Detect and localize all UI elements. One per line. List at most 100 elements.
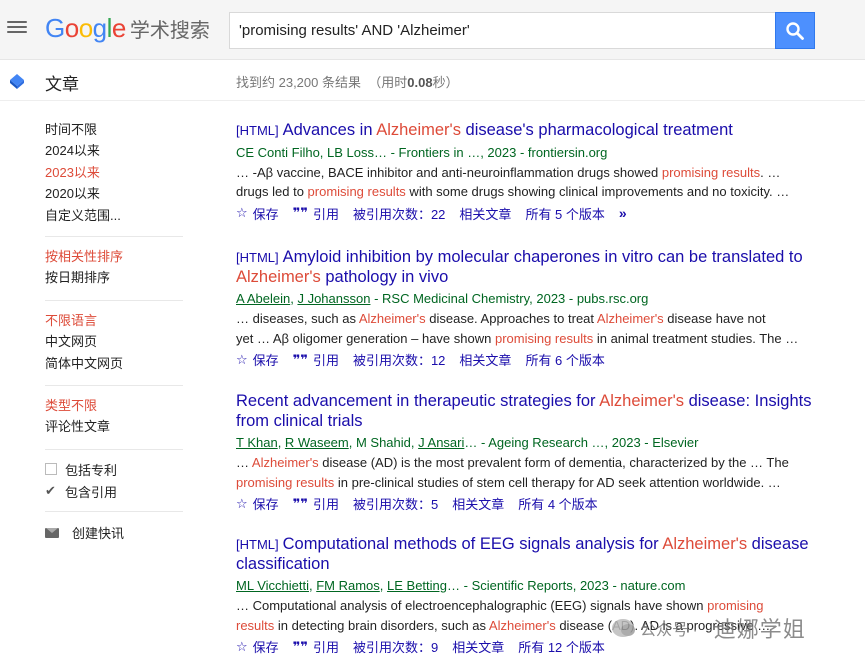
subheader: 文章 找到约 23,200 条结果 （用时0.08秒） bbox=[0, 61, 865, 101]
save-button[interactable]: ☆ 保存 bbox=[236, 204, 279, 223]
sidebar-divider bbox=[45, 300, 183, 301]
all-versions-link[interactable]: 所有 5 个版本 bbox=[525, 204, 604, 223]
menu-icon[interactable] bbox=[7, 18, 27, 38]
google-scholar-logo[interactable]: Google 学术搜索 bbox=[45, 13, 210, 43]
author-link[interactable]: J Ansari bbox=[418, 435, 464, 450]
save-button[interactable]: ☆ 保存 bbox=[236, 637, 279, 656]
author-link[interactable]: J Johansson bbox=[297, 291, 370, 306]
language-simplified-chinese[interactable]: 简体中文网页 bbox=[45, 353, 123, 374]
search-input[interactable] bbox=[239, 22, 776, 39]
language-group: 不限语言 中文网页 简体中文网页 bbox=[45, 310, 123, 374]
include-patents-label: 包括专利 bbox=[65, 462, 118, 478]
sort-date[interactable]: 按日期排序 bbox=[45, 267, 123, 288]
header: Google 学术搜索 bbox=[0, 0, 865, 60]
type-review[interactable]: 评论性文章 bbox=[45, 416, 110, 437]
result-actions: ☆ 保存 ❞❞ 引用 被引用次数：5 相关文章 所有 4 个版本 bbox=[236, 494, 826, 513]
time-filter-2024[interactable]: 2024以来 bbox=[45, 140, 121, 161]
include-citations-checkbox[interactable]: ✔ 包含引用 bbox=[45, 480, 117, 502]
time-filter-custom[interactable]: 自定义范围... bbox=[45, 205, 121, 226]
related-articles-link[interactable]: 相关文章 bbox=[459, 350, 511, 369]
more-chevron-icon[interactable]: » bbox=[619, 205, 627, 221]
cite-button[interactable]: ❞❞ 引用 bbox=[293, 204, 339, 223]
quote-icon: ❞❞ bbox=[292, 495, 308, 511]
search-icon bbox=[786, 21, 804, 40]
create-alert-label: 创建快讯 bbox=[72, 526, 125, 541]
cite-button[interactable]: ❞❞ 引用 bbox=[293, 494, 339, 513]
cited-by-link[interactable]: 被引用次数：9 bbox=[353, 637, 438, 656]
sidebar-divider bbox=[45, 236, 183, 237]
search-button[interactable] bbox=[775, 12, 815, 49]
related-articles-link[interactable]: 相关文章 bbox=[459, 204, 511, 223]
search-result: Recent advancement in therapeutic strate… bbox=[236, 392, 826, 513]
search-result: [HTML] Amyloid inhibition by molecular ch… bbox=[236, 248, 826, 369]
section-title: 文章 bbox=[45, 75, 79, 94]
result-snippet: … Alzheimer's disease (AD) is the most p… bbox=[236, 455, 789, 490]
result-actions: ☆ 保存 ❞❞ 引用 被引用次数：12 相关文章 所有 6 个版本 bbox=[236, 350, 826, 369]
related-articles-link[interactable]: 相关文章 bbox=[452, 637, 504, 656]
result-snippet: … -Aβ vaccine, BACE inhibitor and anti-n… bbox=[236, 164, 790, 200]
watermark: 公众号 · 迪娜学姐 bbox=[612, 612, 806, 644]
result-title: [HTML] Computational methods of EEG signa… bbox=[236, 535, 826, 574]
cite-button[interactable]: ❞❞ 引用 bbox=[293, 637, 339, 656]
all-versions-link[interactable]: 所有 4 个版本 bbox=[518, 494, 597, 513]
all-versions-link[interactable]: 所有 6 个版本 bbox=[525, 350, 604, 369]
star-icon: ☆ bbox=[236, 495, 248, 511]
author-link[interactable]: ML Vicchietti bbox=[236, 578, 309, 593]
alert-group: 创建快讯 bbox=[45, 523, 124, 542]
checkmark-icon: ✔ bbox=[45, 483, 56, 498]
type-any[interactable]: 类型不限 bbox=[45, 395, 110, 416]
time-filter-any[interactable]: 时间不限 bbox=[45, 119, 121, 140]
result-format-tag[interactable]: [HTML] bbox=[236, 537, 279, 552]
author-link[interactable]: LE Betting bbox=[387, 578, 447, 593]
all-versions-link[interactable]: 所有 12 个版本 bbox=[518, 637, 605, 656]
cite-button[interactable]: ❞❞ 引用 bbox=[293, 350, 339, 369]
star-icon: ☆ bbox=[236, 205, 248, 220]
envelope-icon bbox=[45, 527, 59, 538]
include-patents-checkbox[interactable]: 包括专利 bbox=[45, 458, 117, 480]
time-filter-2023[interactable]: 2023以来 bbox=[45, 162, 121, 183]
result-format-tag[interactable]: [HTML] bbox=[236, 250, 279, 265]
result-meta: A Abelein, J Johansson - RSC Medicinal C… bbox=[236, 291, 649, 306]
related-articles-link[interactable]: 相关文章 bbox=[452, 494, 504, 513]
author-link[interactable]: A Abelein bbox=[236, 291, 290, 306]
cited-by-link[interactable]: 被引用次数：22 bbox=[353, 204, 445, 223]
result-title: [HTML] Amyloid inhibition by molecular ch… bbox=[236, 248, 826, 287]
sidebar-divider bbox=[45, 385, 183, 386]
cited-by-link[interactable]: 被引用次数：12 bbox=[353, 350, 445, 369]
search-box[interactable] bbox=[229, 12, 776, 49]
time-filter-2020[interactable]: 2020以来 bbox=[45, 183, 121, 204]
star-icon: ☆ bbox=[236, 638, 248, 654]
include-group: 包括专利 ✔ 包含引用 bbox=[45, 458, 117, 502]
include-citations-label: 包含引用 bbox=[65, 484, 118, 500]
result-title-link[interactable]: Amyloid inhibition by molecular chaperon… bbox=[236, 248, 803, 286]
watermark-text: 公众号 · bbox=[640, 622, 698, 639]
result-title-link[interactable]: Recent advancement in therapeutic strate… bbox=[236, 392, 811, 430]
save-button[interactable]: ☆ 保存 bbox=[236, 494, 279, 513]
quote-icon: ❞❞ bbox=[292, 351, 308, 367]
logo-google-text: Google bbox=[45, 12, 126, 43]
save-button[interactable]: ☆ 保存 bbox=[236, 350, 279, 369]
quote-icon: ❞❞ bbox=[292, 205, 308, 220]
result-meta: T Khan, R Waseem, M Shahid, J Ansari… - … bbox=[236, 435, 699, 450]
author-link[interactable]: FM Ramos bbox=[316, 578, 380, 593]
result-meta: ML Vicchietti, FM Ramos, LE Betting… - S… bbox=[236, 578, 686, 593]
sort-relevance[interactable]: 按相关性排序 bbox=[45, 246, 123, 267]
cited-by-link[interactable]: 被引用次数：5 bbox=[353, 494, 438, 513]
result-title-link[interactable]: Computational methods of EEG signals ana… bbox=[236, 535, 809, 573]
author-link[interactable]: T Khan bbox=[236, 435, 278, 450]
result-title-link[interactable]: Advances in Alzheimer's disease's pharma… bbox=[283, 121, 733, 139]
language-chinese[interactable]: 中文网页 bbox=[45, 331, 123, 352]
logo-suffix: 学术搜索 bbox=[129, 19, 210, 42]
create-alert-button[interactable]: 创建快讯 bbox=[45, 523, 124, 542]
search-result: [HTML] Advances in Alzheimer's disease's … bbox=[236, 121, 826, 223]
sidebar-divider bbox=[45, 449, 183, 450]
checkbox-unchecked-icon bbox=[45, 463, 57, 475]
result-format-tag[interactable]: [HTML] bbox=[236, 123, 279, 138]
result-stats: 找到约 23,200 条结果 （用时0.08秒） bbox=[236, 75, 459, 90]
sort-group: 按相关性排序 按日期排序 bbox=[45, 246, 123, 289]
wechat-icon bbox=[612, 619, 635, 637]
result-meta: CE Conti Filho, LB Loss… - Frontiers in … bbox=[236, 144, 608, 160]
author-link[interactable]: R Waseem bbox=[285, 435, 349, 450]
time-filter-group: 时间不限 2024以来 2023以来 2020以来 自定义范围... bbox=[45, 119, 121, 226]
language-any[interactable]: 不限语言 bbox=[45, 310, 123, 331]
